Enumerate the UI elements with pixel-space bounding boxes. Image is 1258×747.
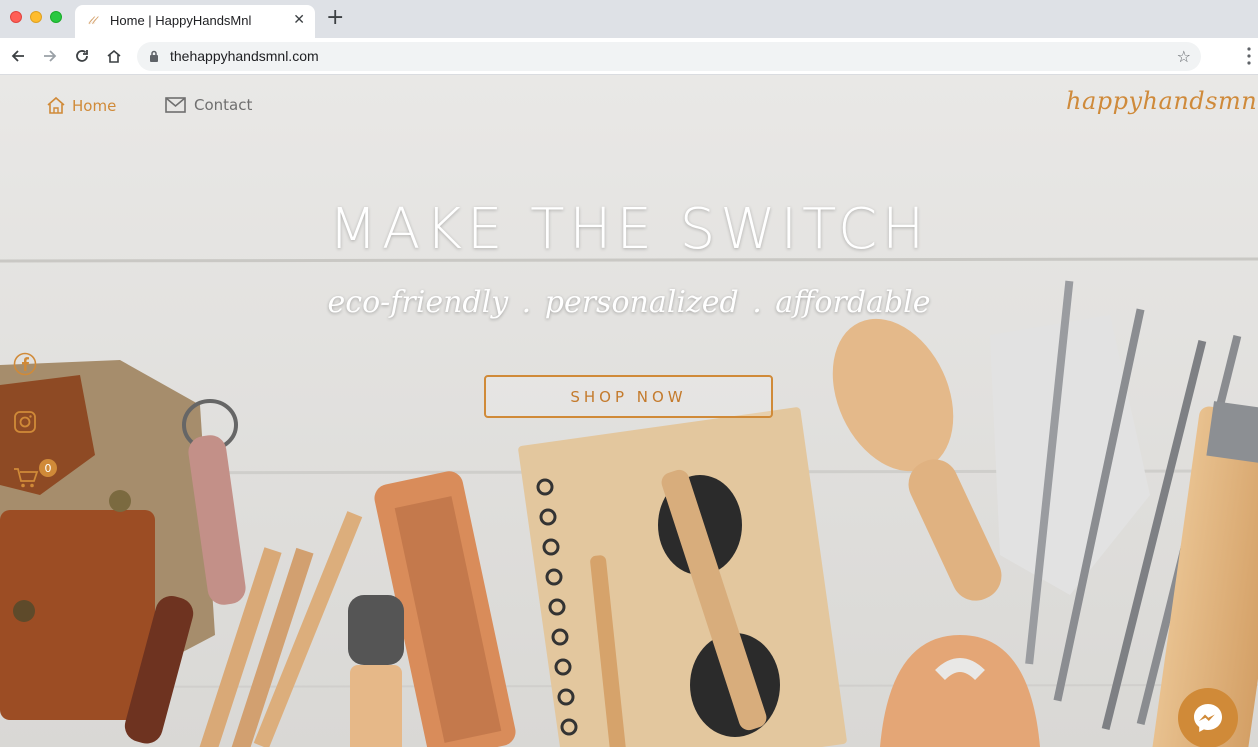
facebook-icon[interactable]: [13, 352, 37, 376]
back-icon[interactable]: [8, 46, 28, 66]
brand-logo[interactable]: happyhandsmnl: [1066, 87, 1258, 115]
tab-title: Home | HappyHandsMnl: [110, 13, 252, 28]
tab-close-icon[interactable]: ✕: [293, 12, 305, 28]
zoom-window-button[interactable]: [50, 11, 62, 23]
cart-count-badge: 0: [39, 459, 57, 477]
bookmark-star-icon[interactable]: ☆: [1177, 47, 1191, 66]
instagram-icon[interactable]: [13, 410, 37, 434]
minimize-window-button[interactable]: [30, 11, 42, 23]
favicon-icon: 𝓁𝓁: [88, 14, 96, 27]
nav-home-label: Home: [72, 96, 117, 115]
browser-menu-icon[interactable]: [1246, 46, 1252, 66]
nav-contact-link[interactable]: Contact: [165, 96, 252, 114]
url-text: thehappyhandsmnl.com: [170, 48, 319, 64]
new-tab-icon[interactable]: +: [326, 7, 344, 29]
reload-icon[interactable]: [72, 46, 92, 66]
browser-toolbar: thehappyhandsmnl.com ☆: [0, 38, 1258, 75]
nav-home-link[interactable]: Home: [46, 96, 116, 115]
lock-icon: [150, 50, 158, 62]
shop-now-button[interactable]: SHOP NOW: [484, 375, 773, 418]
hero-headline: MAKE THE SWITCH: [328, 197, 930, 262]
address-bar[interactable]: thehappyhandsmnl.com ☆: [137, 42, 1201, 71]
page-hero: Home Contact happyhandsmnl MAKE THE SWIT…: [0, 75, 1258, 747]
browser-tab[interactable]: 𝓁𝓁 Home | HappyHandsMnl ✕: [75, 5, 315, 38]
messenger-chat-button[interactable]: [1178, 688, 1238, 747]
nav-contact-label: Contact: [194, 96, 253, 114]
forward-icon[interactable]: [40, 46, 60, 66]
home-browser-icon[interactable]: [104, 46, 124, 66]
close-window-button[interactable]: [10, 11, 22, 23]
mail-icon: [165, 97, 186, 113]
home-icon: [47, 96, 65, 114]
messenger-icon: [1194, 704, 1222, 732]
hero-tagline: eco-friendly . personalized . affordable: [327, 285, 931, 320]
browser-tabstrip: 𝓁𝓁 Home | HappyHandsMnl ✕ +: [0, 0, 1258, 38]
cart-icon[interactable]: [13, 467, 39, 489]
